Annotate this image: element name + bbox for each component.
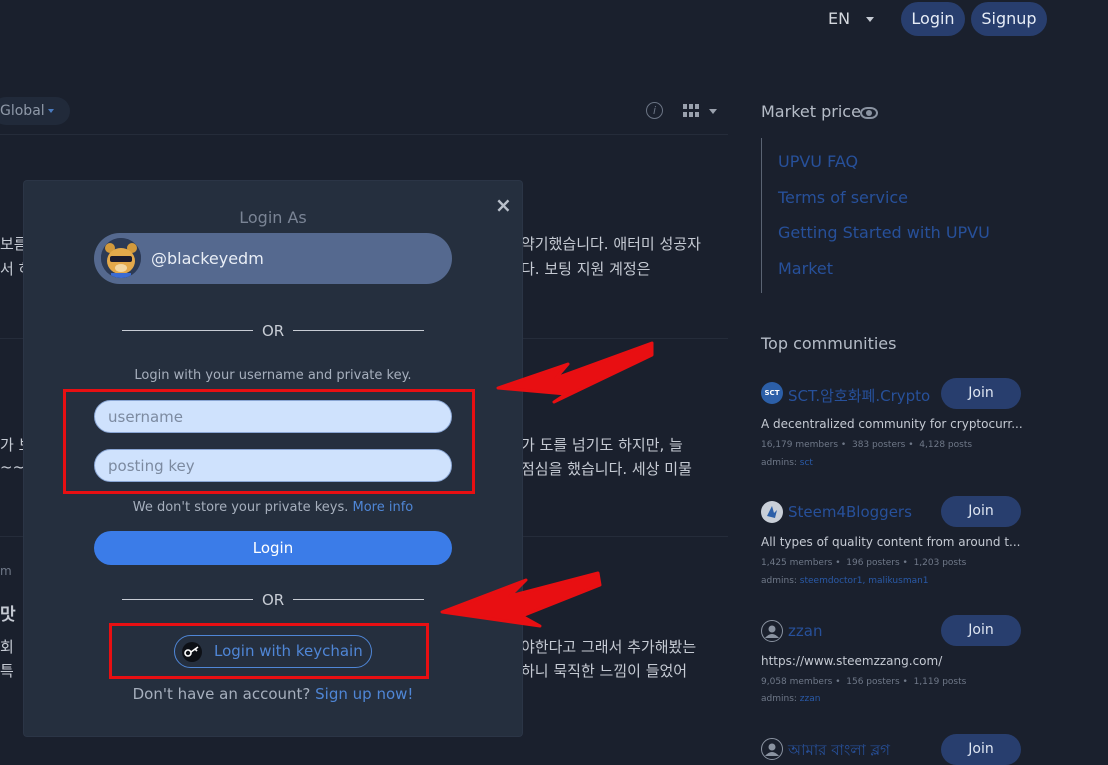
sidebar-link-getting-started[interactable]: Getting Started with UPVU [778, 223, 990, 242]
sidebar-link-terms[interactable]: Terms of service [778, 188, 908, 207]
community-description: All types of quality content from around… [761, 535, 1021, 549]
community-stats: 16,179 members • 383 posters • 4,128 pos… [761, 440, 973, 450]
post-excerpt[interactable]: 다. 보팅 지원 계정은 [521, 258, 650, 279]
header-signup-button[interactable]: Signup [971, 2, 1047, 36]
post-excerpt[interactable]: 약기했습니다. 애터미 성공자 [521, 233, 701, 254]
post-title[interactable]: 맛 [0, 600, 16, 625]
post-excerpt[interactable]: 회 [0, 636, 14, 657]
community-stats: 1,425 members • 196 posters • 1,203 post… [761, 558, 967, 568]
post-excerpt[interactable]: ~~ [0, 458, 25, 476]
community-join-button[interactable]: Join [941, 615, 1021, 646]
market-price-title: Market price [761, 102, 861, 121]
community-description: https://www.steemzzang.com/ [761, 654, 943, 668]
top-communities-title: Top communities [761, 334, 897, 353]
chevron-down-icon[interactable] [709, 109, 717, 114]
modal-title: Login As [239, 208, 307, 227]
community-name[interactable]: SCT.암호화폐.Crypto [788, 385, 930, 406]
signup-prompt: Don't have an account? Sign up now! [132, 685, 414, 703]
account-username: @blackeyedm [151, 249, 264, 268]
user-icon[interactable] [761, 620, 783, 642]
community-name[interactable]: আমার বাংলা ব্লগ [788, 739, 890, 764]
more-info-link[interactable]: More info [353, 500, 414, 515]
community-name[interactable]: Steem4Bloggers [788, 503, 912, 521]
divider [122, 330, 253, 331]
annotation-arrow [440, 571, 602, 628]
community-description: A decentralized community for cryptocurr… [761, 417, 1023, 431]
community-stats: 9,058 members • 156 posters • 1,119 post… [761, 677, 967, 687]
info-icon[interactable]: i [646, 102, 663, 119]
post-meta: m [0, 564, 12, 578]
grid-icon[interactable] [683, 104, 699, 117]
annotation-highlight-box [63, 389, 475, 494]
annotation-highlight-box [109, 623, 429, 679]
post-excerpt[interactable]: 특 [0, 660, 14, 681]
sidebar-link-faq[interactable]: UPVU FAQ [778, 152, 858, 171]
community-join-button[interactable]: Join [941, 378, 1021, 409]
community-name[interactable]: zzan [788, 622, 822, 640]
sidebar-link-market[interactable]: Market [778, 259, 833, 278]
community-join-button[interactable]: Join [941, 496, 1021, 527]
divider [293, 330, 424, 331]
avatar [101, 238, 141, 278]
post-excerpt[interactable]: 하니 묵직한 느낌이 들었어 [521, 660, 687, 681]
annotation-arrows [440, 341, 654, 628]
user-icon[interactable] [761, 738, 783, 760]
saved-account-button[interactable]: @blackeyedm [94, 233, 452, 284]
community-avatar[interactable] [761, 501, 783, 523]
community-join-button[interactable]: Join [941, 734, 1021, 765]
feed-filter-dropdown[interactable]: Global [0, 97, 70, 125]
language-selector[interactable]: EN [828, 9, 850, 28]
community-avatar[interactable]: SCT [761, 382, 783, 404]
or-separator: OR [262, 591, 285, 609]
divider [122, 599, 253, 600]
chevron-down-icon[interactable] [866, 17, 874, 22]
header-login-button[interactable]: Login [901, 2, 965, 36]
signup-link[interactable]: Sign up now! [315, 685, 413, 703]
community-admins: admins: steemdoctor1, malikusman1 [761, 576, 929, 586]
divider [761, 138, 762, 293]
close-icon[interactable]: × [495, 193, 512, 217]
or-separator: OR [262, 322, 285, 340]
divider [0, 134, 728, 135]
eye-icon[interactable] [860, 107, 878, 119]
community-admins: admins: zzan [761, 694, 821, 704]
community-admins: admins: sct [761, 458, 813, 468]
login-button[interactable]: Login [94, 531, 452, 565]
divider [293, 599, 424, 600]
annotation-arrow [496, 341, 654, 404]
chevron-down-icon[interactable] [48, 109, 54, 113]
